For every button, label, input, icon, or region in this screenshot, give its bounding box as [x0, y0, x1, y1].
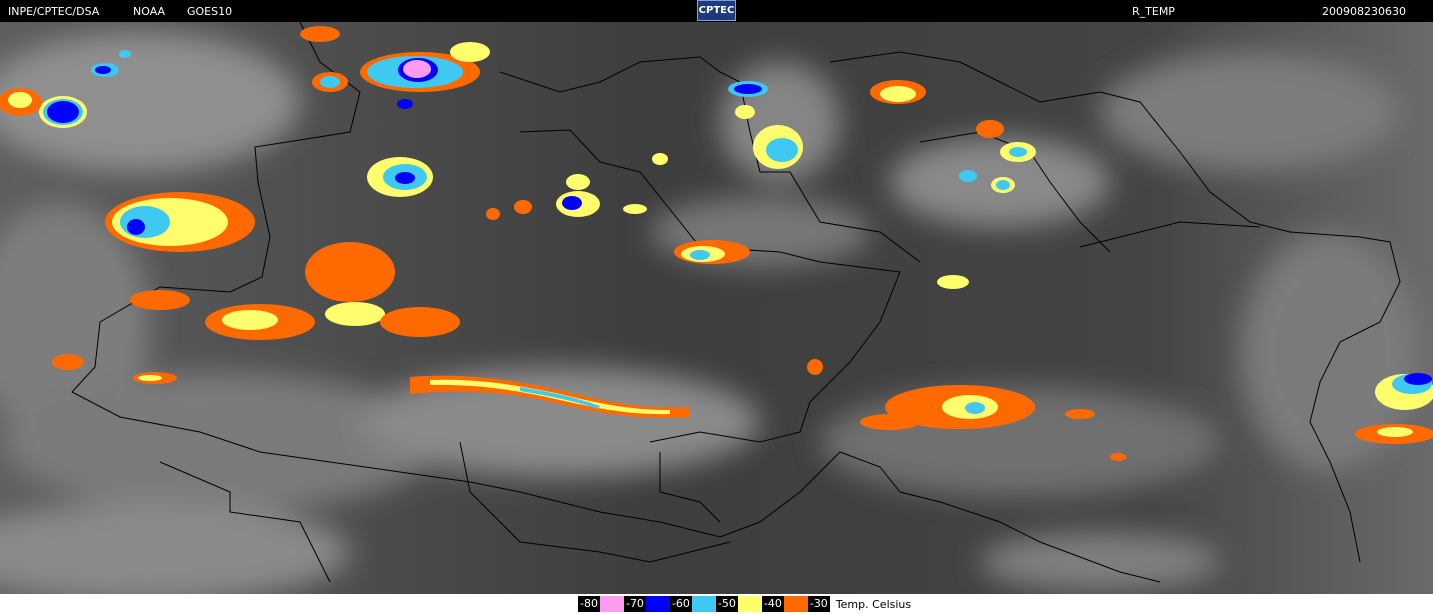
org-label: INPE/CPTEC/DSA [8, 5, 100, 18]
agency-label: NOAA [133, 5, 166, 18]
satellite-image [0, 22, 1433, 594]
legend-title: Temp. Celsius [835, 597, 912, 611]
temperature-legend: -80 -70 -60 -50 -40 -30 Temp. Celsius [0, 594, 1433, 614]
legend-value: -30 [807, 596, 830, 612]
timestamp-label: 200908230630 [1322, 5, 1406, 18]
legend-row: -80 -70 -60 -50 -40 -30 Temp. Celsius [578, 596, 911, 612]
legend-swatch [645, 596, 670, 612]
logo-text: CPTEC [698, 5, 735, 16]
legend-swatch [783, 596, 808, 612]
legend-value: -50 [715, 596, 738, 612]
satellite-label: GOES10 [187, 5, 233, 18]
legend-value: -80 [578, 596, 600, 612]
product-label: R_TEMP [1132, 5, 1175, 18]
legend-swatch [737, 596, 762, 612]
legend-swatch [691, 596, 716, 612]
legend-value: -60 [669, 596, 692, 612]
legend-swatch [599, 596, 624, 612]
cptec-logo: CPTEC [697, 0, 736, 21]
header-bar: INPE/CPTEC/DSA NOAA GOES10 CPTEC R_TEMP … [0, 0, 1433, 22]
legend-value: -40 [761, 596, 784, 612]
legend-value: -70 [623, 596, 646, 612]
